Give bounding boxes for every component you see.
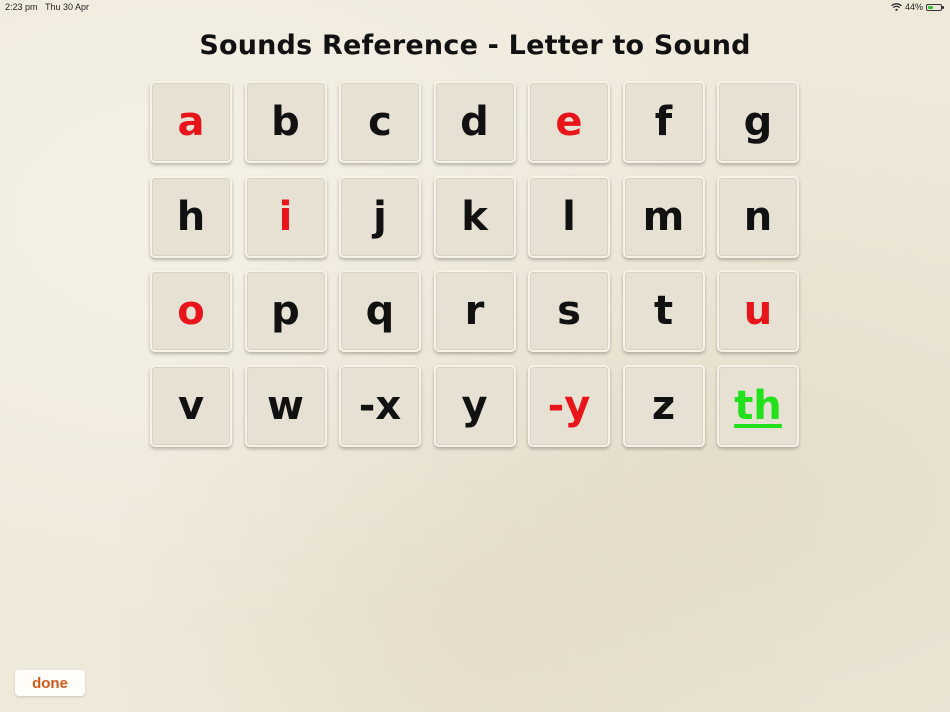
letter-tile[interactable]: t: [622, 270, 705, 352]
letter-tile[interactable]: i: [244, 175, 327, 258]
letter-tile-label: -y: [547, 382, 591, 429]
letter-tile[interactable]: h: [150, 175, 232, 258]
letter-tile[interactable]: a: [150, 81, 232, 163]
letter-tile[interactable]: m: [622, 175, 705, 258]
letter-tile[interactable]: r: [433, 270, 516, 352]
status-time: 2:23 pm: [5, 2, 38, 12]
battery-icon: [926, 3, 944, 11]
letter-tile-label: y: [461, 382, 488, 429]
letter-tile[interactable]: o: [150, 270, 232, 352]
letter-tile-label: n: [743, 193, 773, 240]
letter-tile-label: g: [743, 99, 773, 145]
status-indicators: 44%: [891, 2, 944, 12]
letter-tile-label: h: [176, 193, 206, 240]
letter-tile[interactable]: u: [717, 270, 799, 352]
letter-tile[interactable]: f: [622, 81, 705, 163]
letter-tile-label: c: [368, 99, 392, 145]
letter-tile[interactable]: q: [339, 270, 421, 352]
letter-tile-label: i: [278, 193, 293, 240]
letter-tile-label: -x: [358, 382, 402, 429]
letter-tile[interactable]: th: [717, 364, 799, 447]
letter-tile[interactable]: d: [433, 81, 516, 163]
letter-tile-label: s: [557, 288, 581, 334]
letter-tile[interactable]: p: [244, 270, 327, 352]
letter-tile-label: j: [373, 193, 387, 240]
letter-tile-label: d: [460, 99, 489, 145]
letter-tile[interactable]: e: [528, 81, 610, 163]
wifi-icon: [891, 3, 902, 11]
letter-tile[interactable]: c: [339, 81, 421, 163]
letter-tile-label: w: [267, 382, 304, 429]
letter-tile[interactable]: v: [150, 364, 232, 447]
letter-tile-label: p: [271, 288, 300, 334]
done-button[interactable]: done: [15, 670, 85, 696]
letter-tile-label: e: [555, 99, 583, 145]
letter-tile-grid: a b c d e f g h i j k l m n o p q r s t u v w -x y -y z th: [150, 81, 799, 447]
letter-tile[interactable]: l: [528, 175, 610, 258]
letter-tile-label: q: [365, 288, 395, 334]
letter-tile-label: u: [743, 288, 773, 334]
letter-tile-label: a: [177, 99, 205, 145]
status-bar: 2:23 pm Thu 30 Apr 44%: [0, 0, 950, 14]
letter-tile-label: l: [562, 193, 576, 240]
letter-tile-label: r: [464, 288, 485, 334]
letter-tile-label: v: [177, 382, 205, 429]
letter-tile-label: k: [461, 193, 488, 240]
letter-tile[interactable]: -x: [339, 364, 421, 447]
letter-tile-label: f: [654, 99, 673, 145]
letter-tile[interactable]: s: [528, 270, 610, 352]
battery-percent: 44%: [904, 2, 923, 12]
letter-tile[interactable]: w: [244, 364, 327, 447]
letter-tile-label: t: [653, 288, 674, 334]
battery-level: [928, 5, 933, 9]
letter-tile[interactable]: b: [244, 81, 327, 163]
letter-tile-label: b: [271, 99, 300, 145]
letter-tile[interactable]: y: [433, 364, 516, 447]
letter-tile-label: z: [651, 382, 676, 429]
letter-tile-label: o: [177, 288, 205, 334]
letter-tile[interactable]: n: [717, 175, 799, 258]
status-date: Thu 30 Apr: [45, 2, 90, 12]
letter-tile[interactable]: k: [433, 175, 516, 258]
letter-tile-label: th: [734, 382, 782, 429]
letter-tile[interactable]: g: [717, 81, 799, 163]
page-title: Sounds Reference - Letter to Sound: [199, 30, 751, 61]
letter-tile-label: m: [642, 193, 685, 240]
letter-tile[interactable]: z: [622, 364, 705, 447]
letter-tile[interactable]: j: [339, 175, 421, 258]
letter-tile[interactable]: -y: [528, 364, 610, 447]
